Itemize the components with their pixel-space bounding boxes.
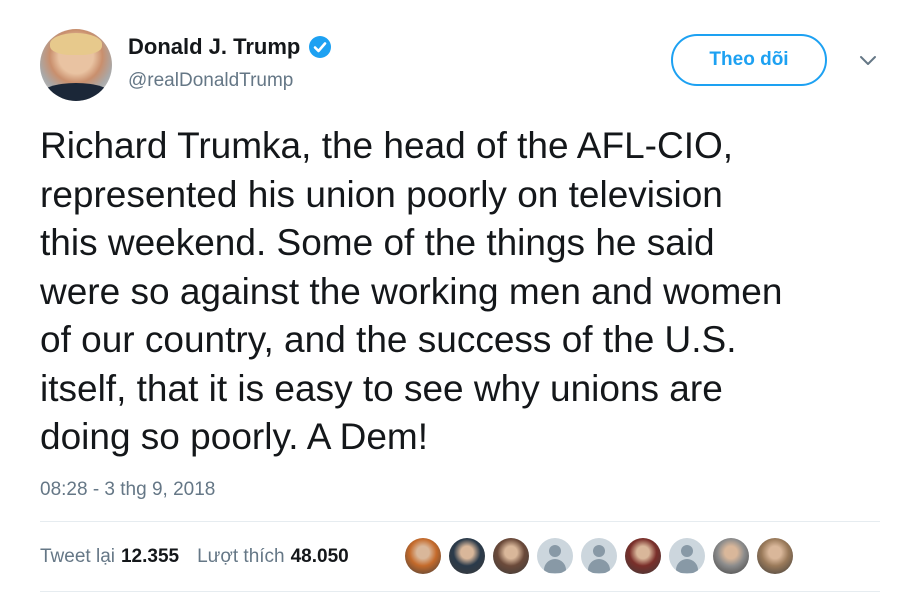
liker-avatar[interactable] (757, 538, 793, 574)
like-label: Lượt thích (197, 546, 285, 567)
like-stat[interactable]: Lượt thích 48.050 (197, 546, 349, 568)
chevron-down-icon[interactable] (858, 54, 878, 68)
liker-avatar[interactable] (493, 538, 529, 574)
liker-avatar[interactable] (713, 538, 749, 574)
liker-avatar[interactable] (581, 538, 617, 574)
divider-top (40, 521, 880, 522)
liker-avatar[interactable] (669, 538, 705, 574)
tweet-stats: Tweet lại 12.355 Lượt thích 48.050 (40, 546, 361, 568)
tweet-timestamp[interactable]: 08:28 - 3 thg 9, 2018 (40, 479, 215, 501)
avatar-hair (50, 33, 102, 55)
retweet-count: 12.355 (120, 546, 180, 567)
liker-avatar[interactable] (405, 538, 441, 574)
tweet-text: Richard Trumka, the head of the AFL-CIO,… (40, 125, 783, 457)
liker-avatar[interactable] (537, 538, 573, 574)
author-name[interactable]: Donald J. Trump (128, 34, 300, 60)
retweet-label: Tweet lại (40, 546, 115, 567)
liker-avatar[interactable] (625, 538, 661, 574)
author-handle[interactable]: @realDonaldTrump (128, 70, 293, 92)
divider-bottom (40, 591, 880, 592)
avatar-suit (40, 83, 112, 101)
like-count: 48.050 (290, 546, 349, 567)
profile-avatar[interactable] (40, 29, 112, 101)
follow-button[interactable]: Theo dõi (671, 34, 827, 86)
author-name-row[interactable]: Donald J. Trump (128, 34, 332, 60)
liker-avatar[interactable] (449, 538, 485, 574)
verified-badge-icon (309, 36, 332, 58)
retweet-stat[interactable]: Tweet lại 12.355 (40, 546, 179, 568)
liker-avatars (405, 538, 793, 574)
